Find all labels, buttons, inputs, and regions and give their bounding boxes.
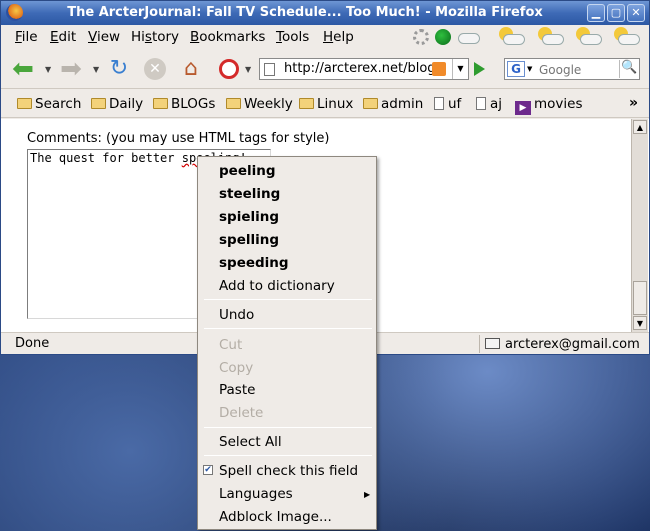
close-button[interactable]: ✕ [627,4,645,22]
weather-partly-sunny-icon[interactable] [574,27,604,47]
url-bar[interactable]: http://arcterex.net/blog/ ▼ [259,58,469,80]
forward-dropdown-icon[interactable]: ▼ [93,65,99,74]
weather-partly-sunny-icon[interactable] [536,27,566,47]
title-bar[interactable]: The ArcterJournal: Fall TV Schedule... T… [1,1,649,25]
spell-check-item[interactable]: Spell check this field [219,463,358,479]
engine-dropdown-icon[interactable]: ▼ [527,65,532,73]
bookmarks-overflow-chevron-icon[interactable]: » [629,95,638,111]
reload-icon[interactable]: ↻ [105,55,133,83]
add-to-dictionary-item[interactable]: Add to dictionary [219,278,335,294]
weather-partly-sunny-icon[interactable] [612,27,642,47]
bookmarks-toolbar: Search Daily BLOGs Weekly Linux admin uf… [1,90,649,118]
back-dropdown-icon[interactable]: ▼ [45,65,51,74]
adblock-icon[interactable] [215,55,243,83]
menu-view[interactable]: View [88,29,120,45]
home-icon[interactable]: ⌂ [177,55,205,83]
suggestion-speeding[interactable]: speeding [219,255,289,271]
menu-bar: File Edit View History Bookmarks Tools H… [1,25,649,49]
languages-item[interactable]: Languages [219,486,293,502]
back-arrow-icon[interactable]: ⬅ [9,55,37,83]
status-globe-icon[interactable] [435,29,451,45]
status-divider [479,335,480,353]
delete-item: Delete [219,405,264,421]
scroll-thumb[interactable] [633,281,647,315]
folder-icon [91,98,106,109]
submenu-arrow-icon: ▶ [364,490,371,499]
weather-partly-sunny-icon[interactable] [497,27,527,47]
bookmark-weekly[interactable]: Weekly [226,96,293,112]
cloud-icon[interactable] [455,27,485,47]
undo-item[interactable]: Undo [219,307,254,323]
url-history-dropdown-icon[interactable]: ▼ [452,59,468,79]
menu-separator [204,455,372,456]
folder-icon [299,98,314,109]
vertical-scrollbar[interactable]: ▲ ▼ [631,119,648,332]
maximize-button[interactable]: ▢ [607,4,625,22]
throbber-icon [413,29,429,45]
stop-icon[interactable]: ✕ [141,55,169,83]
bookmark-linux[interactable]: Linux [299,96,353,112]
menu-help[interactable]: Help [323,29,354,45]
suggestion-peeling[interactable]: peeling [219,163,276,179]
checkmark-icon: ✔ [203,465,213,475]
mail-envelope-icon [485,338,500,349]
status-text: Done [15,336,50,351]
menu-file[interactable]: File [15,29,38,45]
rss-feed-icon[interactable] [432,62,446,76]
copy-item: Copy [219,360,254,376]
bookmark-admin[interactable]: admin [363,96,423,112]
page-icon [434,97,444,110]
bookmark-daily[interactable]: Daily [91,96,143,112]
folder-icon [17,98,32,109]
go-arrow-icon[interactable] [474,62,485,76]
search-magnifier-icon[interactable]: 🔍 [619,60,639,78]
gmail-notifier[interactable]: arcterex@gmail.com [485,337,640,352]
bookmark-aj[interactable]: aj [476,96,502,112]
folder-icon [153,98,168,109]
menu-separator [204,427,372,428]
menu-separator [204,299,372,300]
bookmark-movies[interactable]: ▶ movies [515,96,583,115]
window-title: The ArcterJournal: Fall TV Schedule... T… [67,5,543,20]
cut-item: Cut [219,337,243,353]
google-engine-icon[interactable]: G [507,61,525,77]
bookmark-blogs[interactable]: BLOGs [153,96,215,112]
page-icon [264,63,275,76]
minimize-button[interactable]: ▁ [587,4,605,22]
bookmark-search[interactable]: Search [17,96,81,112]
adblock-image-item[interactable]: Adblock Image... [219,509,332,525]
folder-icon [363,98,378,109]
suggestion-steeling[interactable]: steeling [219,186,280,202]
page-icon [476,97,486,110]
folder-icon [226,98,241,109]
movies-icon: ▶ [515,101,531,115]
firefox-logo-icon [6,4,23,21]
menu-bookmarks[interactable]: Bookmarks [190,29,265,45]
menu-separator [204,328,372,329]
scroll-down-arrow-icon[interactable]: ▼ [633,316,647,330]
suggestion-spelling[interactable]: spelling [219,232,279,248]
menu-history[interactable]: History [131,29,179,45]
paste-item[interactable]: Paste [219,382,255,398]
menu-edit[interactable]: Edit [50,29,76,45]
select-all-item[interactable]: Select All [219,434,282,450]
context-menu: peeling steeling spieling spelling speed… [197,156,377,530]
navigation-toolbar: ⬅ ▼ ➡ ▼ ↻ ✕ ⌂ ▼ http://arcterex.net/blog… [1,49,649,89]
adblock-dropdown-icon[interactable]: ▼ [245,65,251,74]
bookmark-uf[interactable]: uf [434,96,461,112]
suggestion-spieling[interactable]: spieling [219,209,279,225]
scroll-up-arrow-icon[interactable]: ▲ [633,120,647,134]
forward-arrow-icon[interactable]: ➡ [57,55,85,83]
url-text[interactable]: http://arcterex.net/blog/ [284,61,434,76]
comments-label: Comments: (you may use HTML tags for sty… [27,131,330,146]
menu-tools[interactable]: Tools [276,29,309,45]
search-input[interactable] [537,61,615,78]
search-bar[interactable]: G ▼ 🔍 [504,58,640,80]
